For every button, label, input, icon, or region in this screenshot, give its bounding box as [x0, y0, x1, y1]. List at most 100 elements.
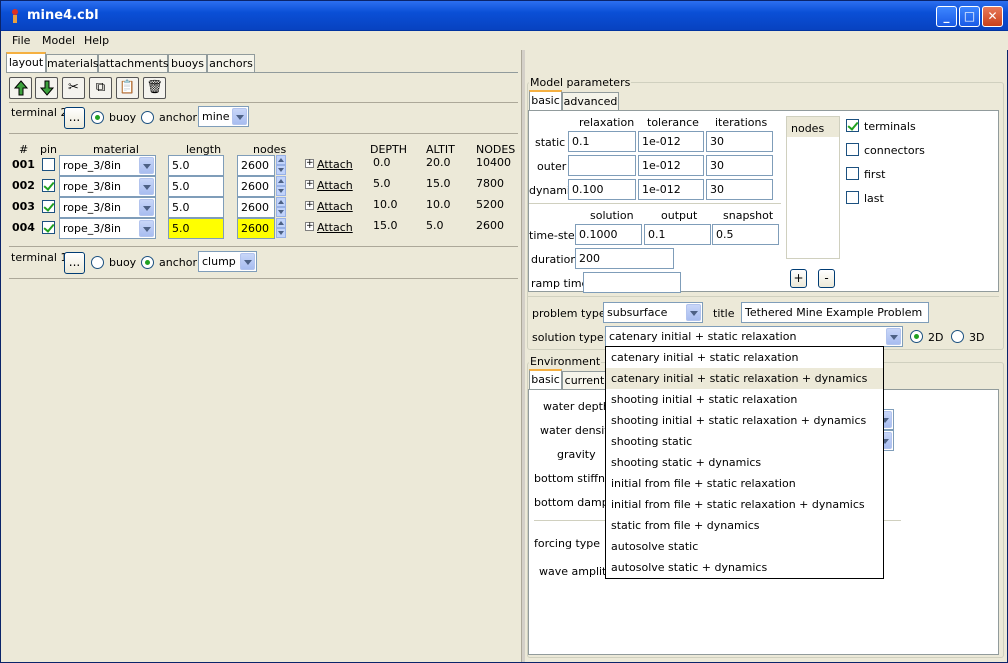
spin-up-icon[interactable] — [276, 218, 286, 228]
dim-3d-radio[interactable] — [951, 330, 964, 343]
static-relaxation-field[interactable]: 0.1 — [568, 131, 636, 152]
spin-down-icon[interactable] — [276, 207, 286, 217]
tab-layout[interactable]: layout — [6, 52, 46, 72]
expand-icon[interactable]: + — [305, 180, 314, 189]
segment-length-field[interactable]: 5.0 — [168, 218, 224, 239]
ramp-time-field[interactable] — [583, 272, 681, 293]
spin-up-icon[interactable] — [276, 197, 286, 207]
static-tolerance-field[interactable]: 1e-012 — [638, 131, 704, 152]
terminal1-buoy-radio[interactable] — [91, 256, 104, 269]
title-field[interactable]: Tethered Mine Example Problem — [741, 302, 929, 323]
segment-pin-checkbox[interactable] — [42, 179, 55, 192]
segment-length-field[interactable]: 5.0 — [168, 197, 224, 218]
segment-nodes-field[interactable]: 2600 — [237, 155, 275, 176]
move-down-icon[interactable] — [35, 77, 58, 99]
tab-anchors[interactable]: anchors — [207, 54, 255, 72]
tab-env-basic[interactable]: basic — [529, 369, 562, 389]
segment-attach-link[interactable]: Attach — [317, 179, 353, 192]
solution-type-option[interactable]: initial from file + static relaxation — [606, 473, 883, 494]
segment-material-select[interactable]: rope_3/8in — [59, 197, 156, 218]
terminal2-type-select[interactable]: mine — [198, 106, 249, 127]
timestep-output-field[interactable]: 0.1 — [644, 224, 711, 245]
terminals-checkbox[interactable] — [846, 119, 859, 132]
expand-icon[interactable]: + — [305, 159, 314, 168]
menu-file[interactable]: File — [12, 34, 30, 47]
outer-relaxation-field[interactable] — [568, 155, 636, 176]
solution-type-option[interactable]: catenary initial + static relaxation + d… — [606, 368, 883, 389]
first-checkbox[interactable] — [846, 167, 859, 180]
dynamic-tolerance-field[interactable]: 1e-012 — [638, 179, 704, 200]
timestep-solution-field[interactable]: 0.1000 — [575, 224, 642, 245]
solution-type-option[interactable]: autosolve static + dynamics — [606, 557, 883, 578]
segment-nodes-spinner[interactable] — [276, 155, 286, 176]
segment-attach-link[interactable]: Attach — [317, 221, 353, 234]
solution-type-dropdown[interactable]: catenary initial + static relaxation cate… — [605, 346, 884, 579]
solution-type-option[interactable]: shooting static — [606, 431, 883, 452]
close-button[interactable]: ✕ — [982, 6, 1003, 27]
tab-buoys[interactable]: buoys — [168, 54, 207, 72]
solution-type-option[interactable]: shooting initial + static relaxation + d… — [606, 410, 883, 431]
spin-down-icon[interactable] — [276, 186, 286, 196]
segment-pin-checkbox[interactable] — [42, 200, 55, 213]
outer-iterations-field[interactable]: 30 — [706, 155, 773, 176]
tab-attachments[interactable]: attachments — [98, 54, 169, 72]
timestep-snapshot-field[interactable]: 0.5 — [712, 224, 779, 245]
cut-icon[interactable]: ✂ — [62, 77, 85, 99]
solution-type-option[interactable]: autosolve static — [606, 536, 883, 557]
static-iterations-field[interactable]: 30 — [706, 131, 773, 152]
solution-type-option[interactable]: catenary initial + static relaxation — [606, 347, 883, 368]
move-up-icon[interactable] — [9, 77, 32, 99]
problem-type-select[interactable]: subsurface — [603, 302, 703, 323]
tab-env-current[interactable]: current — [562, 371, 607, 389]
last-checkbox[interactable] — [846, 191, 859, 204]
connectors-checkbox[interactable] — [846, 143, 859, 156]
segment-nodes-spinner[interactable] — [276, 197, 286, 218]
segment-length-field[interactable]: 5.0 — [168, 155, 224, 176]
tab-materials[interactable]: materials — [46, 54, 99, 72]
expand-icon[interactable]: + — [305, 222, 314, 231]
dim-2d-radio[interactable] — [910, 330, 923, 343]
terminal2-anchor-radio[interactable] — [141, 111, 154, 124]
segment-nodes-field[interactable]: 2600 — [237, 176, 275, 197]
terminal2-buoy-radio[interactable] — [91, 111, 104, 124]
segment-material-select[interactable]: rope_3/8in — [59, 176, 156, 197]
terminal2-browse-button[interactable]: ... — [64, 107, 85, 129]
segment-attach-link[interactable]: Attach — [317, 200, 353, 213]
solution-type-option[interactable]: initial from file + static relaxation + … — [606, 494, 883, 515]
segment-pin-checkbox[interactable] — [42, 158, 55, 171]
terminal1-browse-button[interactable]: ... — [64, 252, 85, 274]
delete-icon[interactable]: 🗑 — [143, 77, 166, 99]
terminal1-type-select[interactable]: clump — [198, 251, 257, 272]
expand-icon[interactable]: + — [305, 201, 314, 210]
segment-material-select[interactable]: rope_3/8in — [59, 155, 156, 176]
tab-model-basic[interactable]: basic — [529, 90, 562, 110]
solution-type-option[interactable]: shooting static + dynamics — [606, 452, 883, 473]
spin-up-icon[interactable] — [276, 155, 286, 165]
menu-help[interactable]: Help — [84, 34, 109, 47]
menu-model[interactable]: Model — [42, 34, 75, 47]
copy-icon[interactable]: ⧉ — [89, 77, 112, 99]
minimize-button[interactable]: _ — [936, 6, 957, 27]
segment-nodes-spinner[interactable] — [276, 176, 286, 197]
segment-length-field[interactable]: 5.0 — [168, 176, 224, 197]
solution-type-option[interactable]: shooting initial + static relaxation — [606, 389, 883, 410]
paste-icon[interactable]: 📋 — [116, 77, 139, 99]
terminal1-anchor-radio[interactable] — [141, 256, 154, 269]
spin-down-icon[interactable] — [276, 165, 286, 175]
segment-pin-checkbox[interactable] — [42, 221, 55, 234]
nodes-list[interactable] — [786, 116, 840, 259]
segment-nodes-spinner[interactable] — [276, 218, 286, 239]
segment-nodes-field[interactable]: 2600 — [237, 218, 275, 239]
solution-type-option[interactable]: static from file + dynamics — [606, 515, 883, 536]
segment-attach-link[interactable]: Attach — [317, 158, 353, 171]
outer-tolerance-field[interactable]: 1e-012 — [638, 155, 704, 176]
segment-nodes-field[interactable]: 2600 — [237, 197, 275, 218]
dynamic-relaxation-field[interactable]: 0.100 — [568, 179, 636, 200]
add-node-button[interactable]: + — [790, 269, 807, 288]
dynamic-iterations-field[interactable]: 30 — [706, 179, 773, 200]
remove-node-button[interactable]: - — [818, 269, 835, 288]
maximize-button[interactable]: □ — [959, 6, 980, 27]
duration-field[interactable]: 200 — [575, 248, 674, 269]
solution-type-select[interactable]: catenary initial + static relaxation — [605, 326, 903, 347]
segment-material-select[interactable]: rope_3/8in — [59, 218, 156, 239]
